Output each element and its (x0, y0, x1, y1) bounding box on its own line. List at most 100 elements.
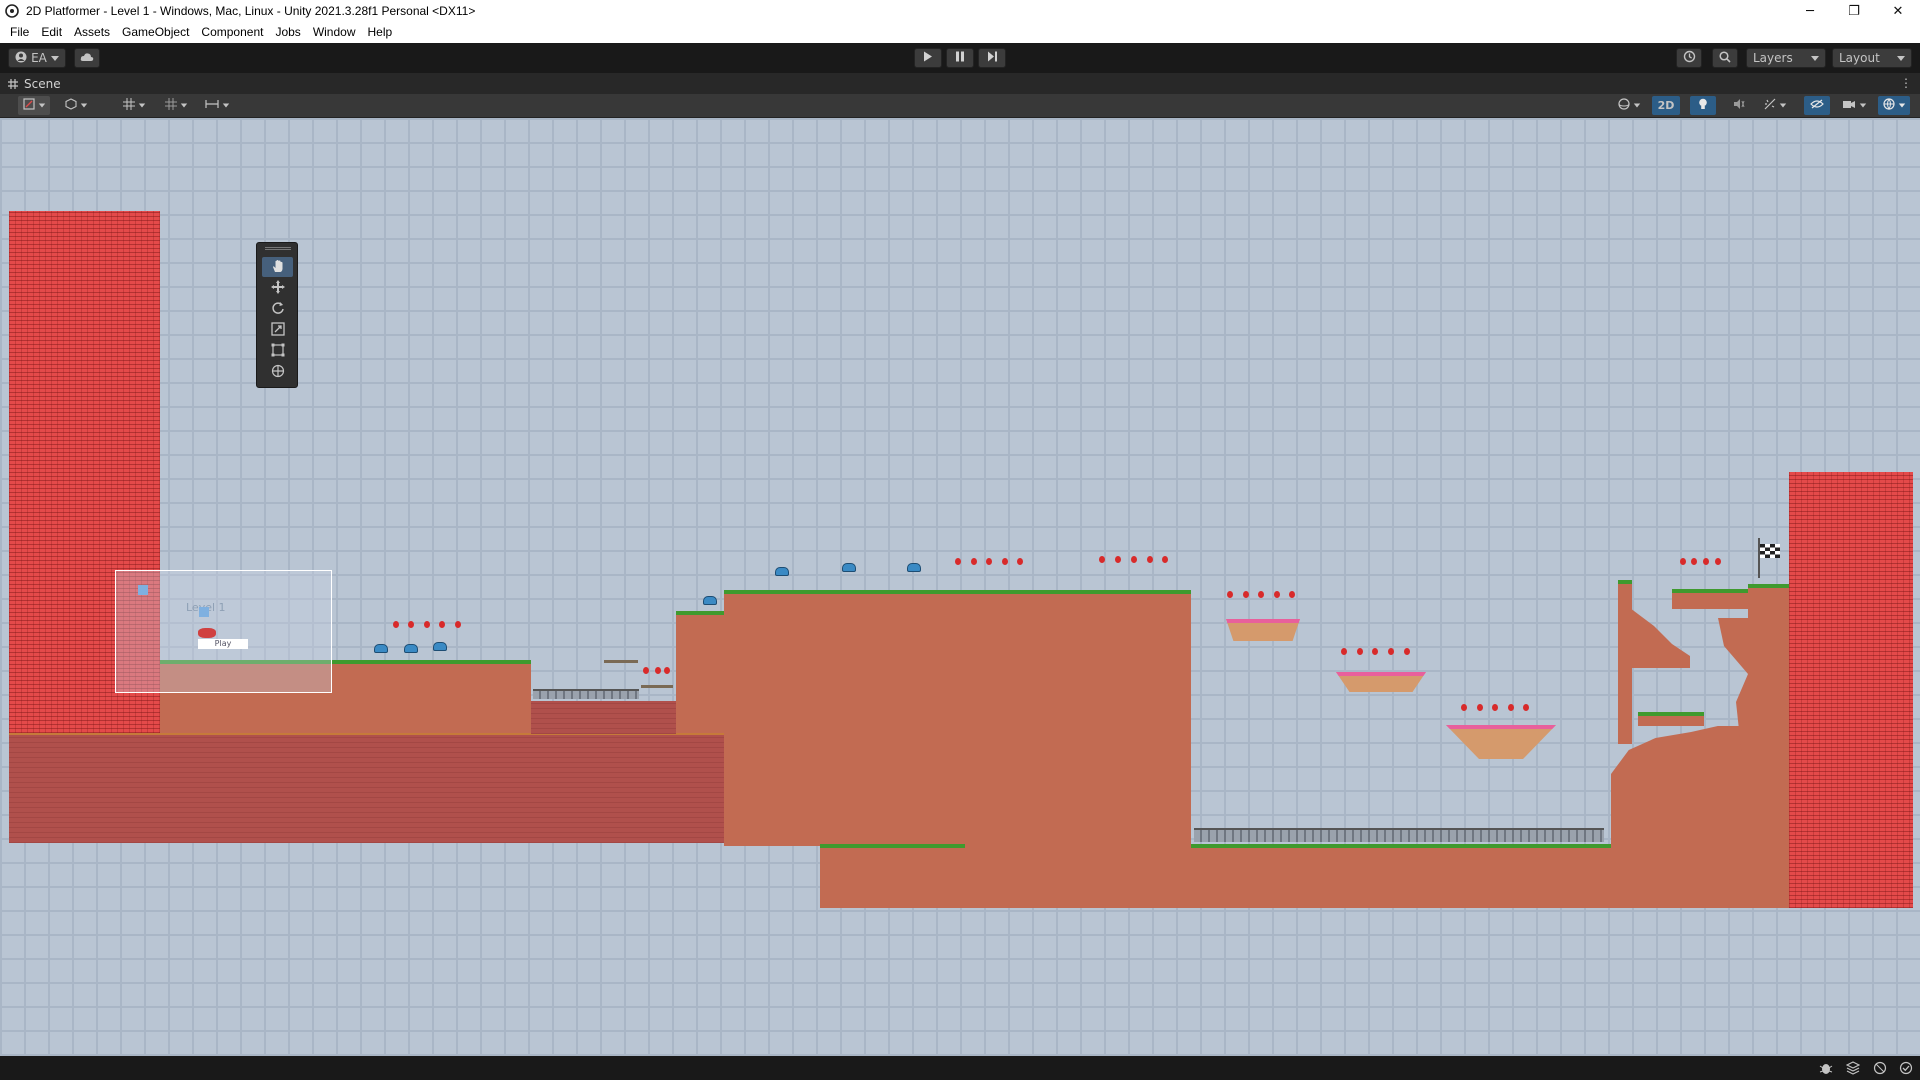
small-floating-platform (604, 660, 638, 663)
mode-2d-toggle[interactable]: 2D (1652, 96, 1680, 115)
scene-visibility-toggle[interactable] (1804, 96, 1830, 115)
account-label: EA (31, 51, 47, 65)
close-button[interactable]: ✕ (1876, 0, 1920, 22)
floating-platform-2 (1336, 672, 1426, 692)
top-ledge (1672, 589, 1748, 609)
main-toolbar: EA Layers Layout (0, 43, 1920, 73)
step-button[interactable] (978, 48, 1006, 68)
audio-toggle[interactable] (1726, 96, 1752, 115)
rect-transform-icon (271, 343, 285, 360)
gizmo-toggle-dropdown[interactable] (118, 96, 150, 115)
layout-dropdown[interactable]: Layout (1832, 48, 1912, 68)
inner-ledge (1638, 712, 1704, 726)
menu-gameobject[interactable]: GameObject (116, 22, 195, 43)
cherry-pickup (664, 667, 670, 674)
layers-dropdown[interactable]: Layers (1746, 48, 1826, 68)
cherry-pickup (1115, 556, 1121, 563)
cherry-pickup (424, 621, 430, 628)
menu-edit[interactable]: Edit (35, 22, 68, 43)
chevron-down-icon (1633, 103, 1640, 108)
cherry-pickup (1227, 591, 1233, 598)
cherry-pickup (1357, 648, 1363, 655)
menu-jobs[interactable]: Jobs (269, 22, 306, 43)
undo-history-button[interactable] (1676, 48, 1702, 68)
chevron-down-icon (1897, 55, 1905, 61)
gizmos-dropdown[interactable] (1878, 96, 1910, 115)
ground-pit (531, 701, 676, 734)
menu-window[interactable]: Window (307, 22, 362, 43)
effects-dropdown[interactable] (1758, 96, 1792, 115)
cherry-pickup (1099, 556, 1105, 563)
cherry-pickup (1372, 648, 1378, 655)
cherry-pickup (1131, 556, 1137, 563)
cherry-pickup (393, 621, 399, 628)
spikes-pit (533, 689, 639, 699)
shading-dropdown[interactable] (60, 96, 92, 115)
cherry-pickup (1691, 558, 1697, 565)
scene-view[interactable]: Level 1 Play (0, 118, 1920, 1056)
floating-platform-3 (1446, 725, 1556, 759)
cherry-pickup (1508, 704, 1514, 711)
enemy-sprite (842, 563, 856, 572)
menu-assets[interactable]: Assets (68, 22, 116, 43)
play-button[interactable]: Play (198, 639, 248, 649)
grid-dropdown[interactable] (160, 96, 192, 115)
check-circle-icon[interactable] (1898, 1060, 1914, 1076)
transform-tool[interactable] (262, 362, 293, 382)
grass-ledge (820, 844, 965, 852)
lighting-toggle[interactable] (1690, 96, 1716, 115)
rotate-tool[interactable] (262, 299, 293, 319)
render-mode-dropdown[interactable] (1612, 96, 1646, 115)
search-button[interactable] (1712, 48, 1738, 68)
cherry-pickup (1162, 556, 1168, 563)
menu-file[interactable]: File (4, 22, 35, 43)
cherry-pickup (1289, 591, 1295, 598)
cherry-pickup (1002, 558, 1008, 565)
play-button[interactable] (914, 48, 942, 68)
scale-tool[interactable] (262, 320, 293, 340)
bug-icon[interactable] (1818, 1060, 1834, 1076)
right-wall (1789, 472, 1913, 908)
enemy-sprite (907, 563, 921, 572)
stack-icon[interactable] (1845, 1060, 1861, 1076)
restore-button[interactable]: ❐ (1832, 0, 1876, 22)
floating-platform-1 (1226, 619, 1300, 641)
more-options-icon[interactable]: ⋮ (1900, 76, 1912, 90)
rect-tool[interactable] (262, 341, 293, 361)
camera-settings-dropdown[interactable] (1838, 96, 1870, 115)
chevron-down-icon (180, 103, 187, 108)
cherry-pickup (408, 621, 414, 628)
move-tool[interactable] (262, 278, 293, 298)
camera-view-rect[interactable]: Level 1 Play (115, 570, 332, 693)
cherry-pickup (1703, 558, 1709, 565)
menu-component[interactable]: Component (195, 22, 269, 43)
minimize-button[interactable]: ─ (1788, 0, 1832, 22)
tab-scene-label: Scene (24, 76, 61, 91)
staircase-pillar (1618, 580, 1632, 744)
menu-help[interactable]: Help (362, 22, 399, 43)
enemy-sprite (374, 644, 388, 653)
unity-logo-icon (4, 3, 20, 19)
undo-history-icon (1683, 50, 1696, 66)
account-dropdown[interactable]: EA (8, 48, 66, 68)
player-sprite (198, 628, 216, 638)
cloud-button[interactable] (74, 48, 100, 68)
increment-snap-dropdown[interactable] (200, 96, 234, 115)
cherry-pickup (1243, 591, 1249, 598)
grid-icon (8, 78, 18, 89)
hand-tool[interactable] (262, 257, 293, 277)
layout-label: Layout (1839, 51, 1880, 65)
network-icon[interactable] (1872, 1060, 1888, 1076)
cherry-pickup (986, 558, 992, 565)
pause-button[interactable] (946, 48, 974, 68)
inner-slope (1630, 608, 1690, 668)
cherry-pickup (1523, 704, 1529, 711)
cherry-pickup (1341, 648, 1347, 655)
chevron-down-icon (1811, 55, 1819, 61)
drag-handle[interactable] (265, 247, 291, 250)
cherry-pickup (1680, 558, 1686, 565)
draw-mode-dropdown[interactable] (18, 96, 50, 115)
tab-scene[interactable]: Scene (0, 73, 69, 94)
enemy-sprite (775, 567, 789, 576)
grass-ledge (1191, 844, 1611, 852)
